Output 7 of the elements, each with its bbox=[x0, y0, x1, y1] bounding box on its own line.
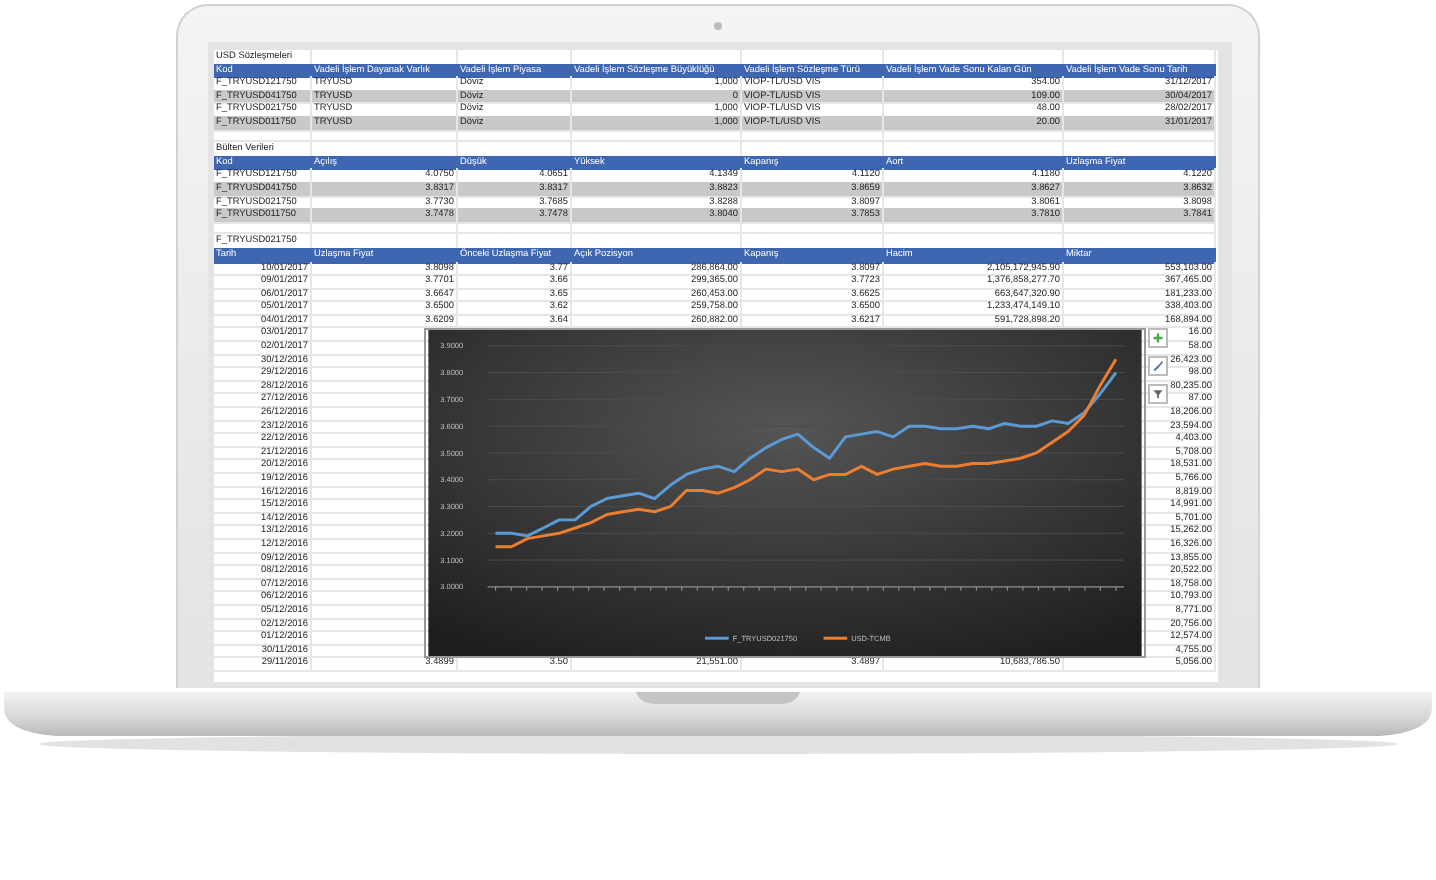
plus-icon bbox=[1152, 332, 1164, 344]
filter-icon bbox=[1152, 388, 1164, 400]
plus-button[interactable] bbox=[1148, 328, 1168, 348]
camera-icon bbox=[714, 22, 722, 30]
brush-icon bbox=[1152, 360, 1164, 372]
brush-button[interactable] bbox=[1148, 356, 1168, 376]
filter-button[interactable] bbox=[1148, 384, 1168, 404]
